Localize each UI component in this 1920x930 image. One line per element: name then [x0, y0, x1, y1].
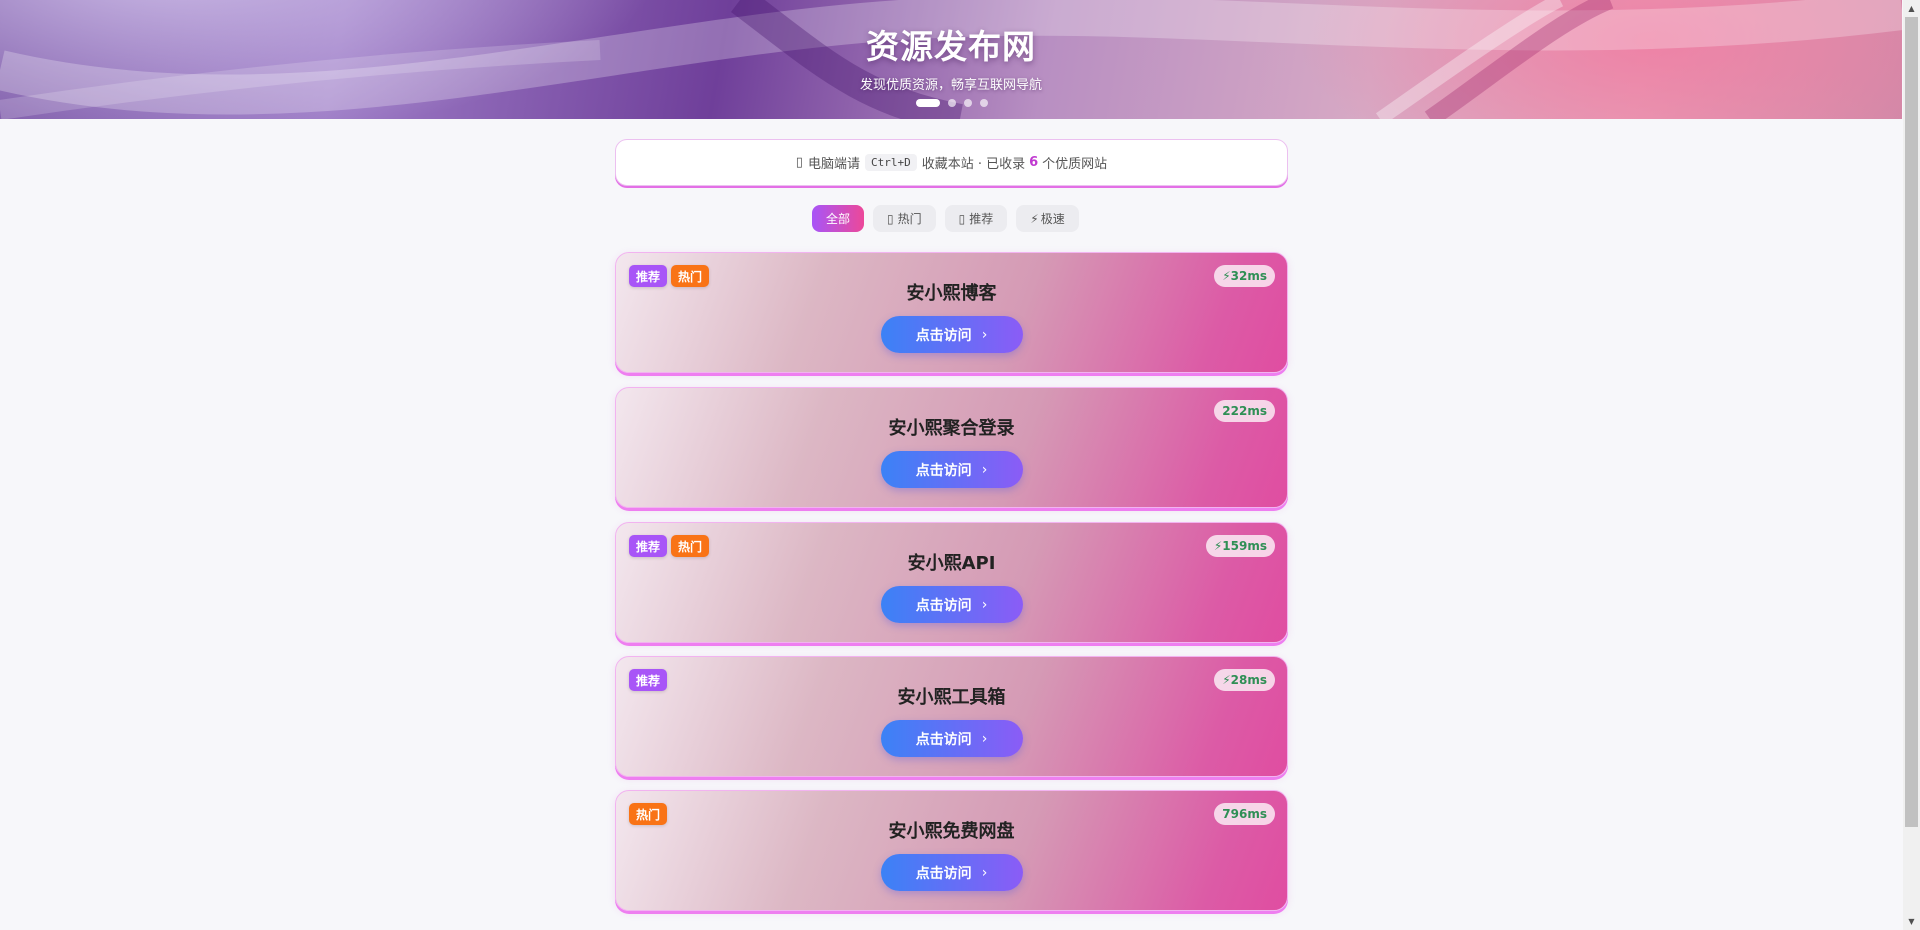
lightning-icon: ⚡: [1030, 211, 1039, 226]
visit-button[interactable]: 点击访问 ›: [880, 451, 1023, 488]
site-card[interactable]: 推荐 热门 ⚡ 32ms 安小熙博客 点击访问 ›: [615, 252, 1288, 373]
tab-fast[interactable]: ⚡ 极速: [1016, 205, 1079, 232]
visit-button[interactable]: 点击访问 ›: [880, 720, 1023, 757]
card-title: 安小熙工具箱: [897, 687, 1006, 708]
card-title: 安小熙免费网盘: [888, 821, 1015, 842]
carousel-dot[interactable]: [948, 99, 956, 107]
site-card[interactable]: 推荐 ⚡ 28ms 安小熙工具箱 点击访问 ›: [615, 656, 1288, 777]
site-subtitle: 发现优质资源，畅享互联网导航: [859, 78, 1042, 93]
carousel-dot[interactable]: [916, 99, 940, 107]
chevron-right-icon: ›: [981, 730, 988, 747]
vertical-scrollbar[interactable]: ▲ ▼: [1903, 0, 1920, 930]
site-card[interactable]: 222ms 安小熙聚合登录 点击访问 ›: [615, 387, 1288, 508]
fire-icon: ▯: [887, 211, 894, 226]
visit-button[interactable]: 点击访问 ›: [880, 586, 1023, 623]
card-title: 安小熙聚合登录: [888, 418, 1015, 439]
scroll-down-arrow-icon[interactable]: ▼: [1903, 913, 1920, 930]
tab-label: 极速: [1040, 212, 1065, 226]
thumbs-up-icon: ▯: [958, 211, 966, 226]
chevron-right-icon: ›: [981, 596, 988, 613]
carousel-dot[interactable]: [964, 99, 972, 107]
hero-banner: 资源发布网 发现优质资源，畅享互联网导航: [0, 0, 1902, 119]
card-title: 安小熙API: [907, 553, 996, 574]
site-card[interactable]: 推荐 热门 ⚡ 159ms 安小熙API 点击访问 ›: [615, 522, 1288, 643]
visit-label: 点击访问: [915, 731, 972, 748]
notice-suffix: 个优质网站: [1042, 157, 1108, 172]
visit-label: 点击访问: [915, 327, 972, 344]
chevron-right-icon: ›: [981, 326, 988, 343]
computer-icon: ▯: [795, 155, 803, 170]
chevron-right-icon: ›: [981, 864, 988, 881]
tab-label: 推荐: [969, 212, 994, 226]
shortcut-key: Ctrl+D: [864, 154, 917, 171]
tab-label: 热门: [897, 212, 922, 226]
tab-hot[interactable]: ▯ 热门: [873, 205, 936, 232]
chevron-right-icon: ›: [981, 461, 988, 478]
visit-button[interactable]: 点击访问 ›: [880, 854, 1023, 891]
visit-button[interactable]: 点击访问 ›: [880, 316, 1023, 353]
tab-label: 全部: [826, 212, 851, 226]
carousel-dot[interactable]: [980, 99, 988, 107]
notice-prefix: 电脑端请: [807, 157, 860, 172]
visit-label: 点击访问: [915, 597, 972, 614]
tab-recommend[interactable]: ▯ 推荐: [944, 205, 1008, 232]
notice-middle: 收藏本站 · 已收录: [921, 157, 1026, 172]
carousel-dots: [916, 99, 988, 107]
bookmark-notice: ▯ 电脑端请 Ctrl+D 收藏本站 · 已收录 6 个优质网站: [615, 139, 1288, 186]
scroll-thumb[interactable]: [1905, 17, 1918, 827]
site-title: 资源发布网: [866, 27, 1036, 66]
visit-label: 点击访问: [915, 462, 972, 479]
tab-all[interactable]: 全部: [812, 205, 865, 232]
scroll-up-arrow-icon[interactable]: ▲: [1903, 0, 1920, 17]
filter-tabs: 全部 ▯ 热门 ▯ 推荐 ⚡ 极速: [812, 205, 1079, 232]
card-title: 安小熙博客: [906, 283, 997, 304]
site-card[interactable]: 热门 796ms 安小熙免费网盘 点击访问 ›: [615, 790, 1288, 911]
visit-label: 点击访问: [915, 865, 972, 882]
site-count: 6: [1029, 155, 1039, 170]
